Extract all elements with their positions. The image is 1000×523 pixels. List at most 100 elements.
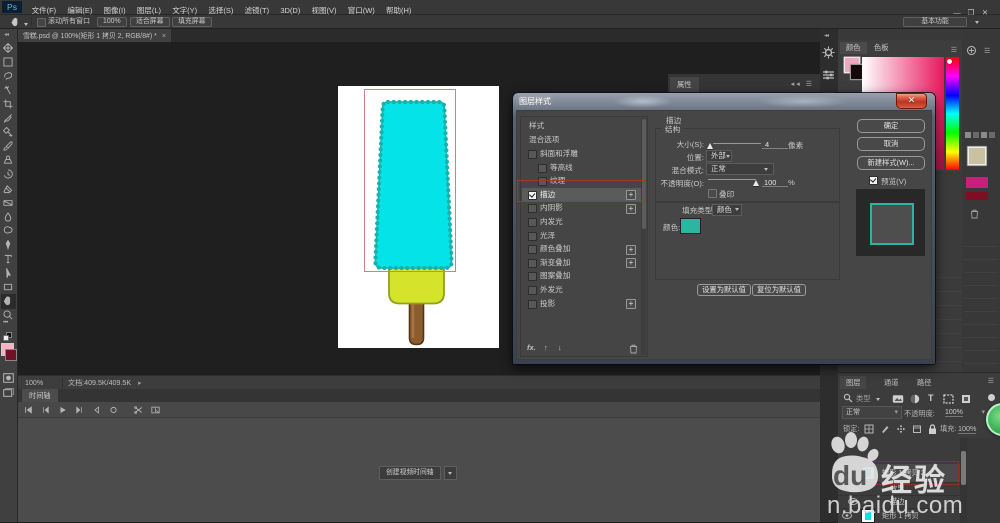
brush-tool[interactable] xyxy=(3,141,14,152)
timeline-nextkey-icon[interactable] xyxy=(75,406,84,414)
fill-value[interactable]: 100% xyxy=(958,424,976,434)
move-down-icon[interactable]: ↓ xyxy=(558,343,562,352)
layer-row-描边[interactable]: 描边 xyxy=(838,495,960,509)
layers-panel-menu-icon[interactable]: ☰ xyxy=(988,377,994,385)
blending-options-item[interactable]: 混合选项 xyxy=(522,133,641,147)
style-item-渐变叠加[interactable]: 渐变叠加+ xyxy=(522,256,641,270)
swatch-magenta[interactable] xyxy=(966,177,988,188)
style-item-颜色叠加[interactable]: 颜色叠加+ xyxy=(522,242,641,256)
filter-search-icon[interactable] xyxy=(843,393,853,403)
style-item-内阴影[interactable]: 内阴影+ xyxy=(522,201,641,215)
timeline-first-icon[interactable] xyxy=(24,406,33,414)
lock-pixels-icon[interactable] xyxy=(880,424,890,434)
timeline-play-icon[interactable] xyxy=(58,406,67,414)
opacity-slider-track[interactable] xyxy=(708,179,756,180)
lock-position-icon[interactable] xyxy=(896,424,906,434)
collapse-dock-icon[interactable]: ◂◂ xyxy=(4,31,8,38)
tool-preset-chevron-icon[interactable] xyxy=(24,23,28,26)
filter-adjustment-icon[interactable] xyxy=(910,394,920,404)
fill-screen-button[interactable]: 填充屏幕 xyxy=(172,17,212,28)
move-up-icon[interactable]: ↑ xyxy=(544,343,548,352)
style-item-等高线[interactable]: 等高线 xyxy=(522,161,641,175)
hue-slider-marker[interactable] xyxy=(947,59,952,64)
clone-stamp-tool[interactable] xyxy=(3,155,14,166)
opacity-slider-thumb[interactable] xyxy=(753,180,759,186)
move-tool[interactable] xyxy=(3,43,14,54)
filter-type-text-icon[interactable]: T xyxy=(928,393,934,403)
channels-tab[interactable]: 通道 xyxy=(878,376,904,389)
filter-pixel-icon[interactable] xyxy=(892,394,904,404)
selected-swatch[interactable] xyxy=(969,148,985,164)
pen-tool[interactable] xyxy=(3,240,14,251)
shape-tool[interactable] xyxy=(3,282,14,293)
timeline-record-icon[interactable] xyxy=(109,406,118,414)
history-brush-tool[interactable] xyxy=(3,169,14,180)
filter-shape-icon[interactable] xyxy=(943,394,954,404)
workspace-button[interactable]: 基本功能 xyxy=(903,17,967,28)
size-slider-thumb[interactable] xyxy=(707,143,713,149)
style-item-图案叠加[interactable]: 图案叠加 xyxy=(522,269,641,283)
layer-thumbnail[interactable] xyxy=(862,510,874,522)
plus-icon[interactable]: + xyxy=(626,258,636,268)
timeline-prev-icon[interactable] xyxy=(92,406,101,414)
stroke-color-swatch[interactable] xyxy=(681,219,700,233)
properties-panel-menu-icon[interactable]: ◂◂ ☰ xyxy=(791,80,814,88)
extensions-icon[interactable]: ☰ xyxy=(984,47,990,55)
blend-mode-chevron[interactable] xyxy=(764,168,768,171)
blur-tool[interactable] xyxy=(3,212,14,223)
background-color-swatch[interactable] xyxy=(6,350,16,360)
dodge-tool[interactable] xyxy=(3,226,14,237)
paths-tab[interactable]: 路径 xyxy=(911,376,937,389)
quick-mask-icon[interactable] xyxy=(3,373,14,383)
eye-icon[interactable] xyxy=(848,498,858,505)
properties-tab[interactable]: 属性 xyxy=(670,77,699,93)
style-item-投影[interactable]: 投影+ xyxy=(522,297,641,311)
gradient-tool[interactable] xyxy=(3,198,14,209)
style-checkbox[interactable] xyxy=(528,218,537,227)
timeline-overlay-icon[interactable] xyxy=(151,406,160,414)
styles-scrollbar-thumb[interactable] xyxy=(642,119,646,229)
cancel-button[interactable]: 取消 xyxy=(857,137,925,151)
document-canvas[interactable] xyxy=(338,86,499,348)
preview-checkbox[interactable] xyxy=(869,176,878,185)
swatches-panel-tab[interactable]: 色板 xyxy=(868,42,895,54)
style-checkbox[interactable] xyxy=(528,150,537,159)
swatch-tool-icon[interactable] xyxy=(989,132,995,138)
style-checkbox[interactable] xyxy=(528,259,537,268)
scroll-all-windows-checkbox[interactable] xyxy=(37,18,46,27)
trash-icon[interactable] xyxy=(970,209,979,219)
screen-mode-icon[interactable] xyxy=(3,388,14,398)
blend-mode-dropdown[interactable]: 正常▾ xyxy=(843,407,901,418)
style-checkbox[interactable] xyxy=(528,286,537,295)
style-item-内发光[interactable]: 内发光 xyxy=(522,215,641,229)
swatch-tool-icon[interactable] xyxy=(981,132,987,138)
filter-smart-icon[interactable] xyxy=(961,394,971,404)
eye-icon[interactable] xyxy=(842,512,852,519)
layers-tab[interactable]: 图层 xyxy=(840,376,866,389)
create-timeline-chevron[interactable] xyxy=(445,467,456,479)
style-item-外发光[interactable]: 外发光 xyxy=(522,283,641,297)
default-colors-icon[interactable] xyxy=(3,332,14,342)
plus-icon[interactable]: + xyxy=(626,245,636,255)
hue-slider[interactable] xyxy=(946,57,959,170)
overprint-checkbox[interactable] xyxy=(708,189,717,198)
size-slider-track[interactable] xyxy=(713,143,761,144)
swatch-dark-red[interactable] xyxy=(966,192,988,200)
fit-screen-button[interactable]: 适合屏幕 xyxy=(130,17,170,28)
filter-type-chevron-icon[interactable] xyxy=(876,398,880,401)
color-panel-menu-icon[interactable]: ☰ xyxy=(951,46,957,54)
color-panel-tab[interactable]: 颜色 xyxy=(840,42,867,54)
hand-tool-icon[interactable] xyxy=(10,17,21,27)
document-tab[interactable]: 雪糕.psd @ 100%(矩形 1 拷贝 2, RGB/8#) *× xyxy=(18,29,171,42)
eye-icon[interactable] xyxy=(848,485,858,492)
eyedropper-tool[interactable] xyxy=(3,113,14,124)
styles-panel-icon[interactable] xyxy=(822,69,835,81)
delete-style-trash-icon[interactable] xyxy=(629,344,638,354)
ellipsis-icon[interactable]: ••• xyxy=(3,320,8,326)
swatch-tool-icon[interactable] xyxy=(973,132,979,138)
mini-bridge-icon[interactable] xyxy=(967,46,981,55)
filter-toggle-icon[interactable] xyxy=(988,394,995,401)
timeline-scissors-icon[interactable] xyxy=(134,406,143,414)
expand-dock-icon[interactable]: ◂◂ xyxy=(824,32,828,39)
style-checkbox[interactable] xyxy=(528,232,537,241)
